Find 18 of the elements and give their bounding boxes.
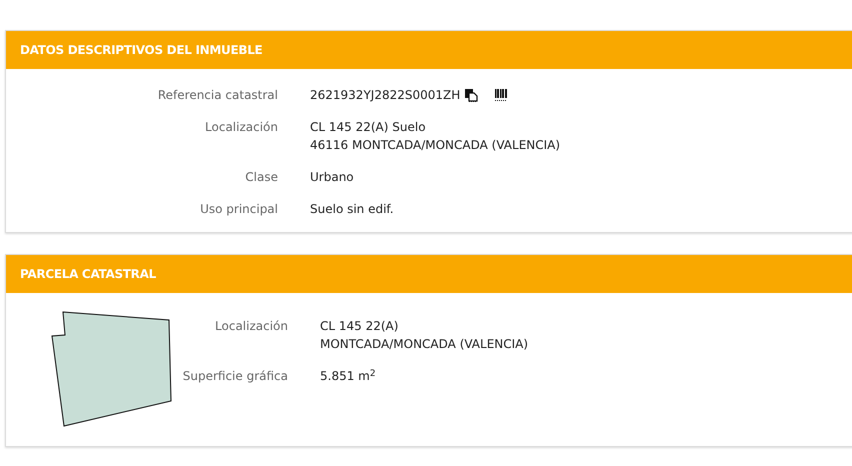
- field-value: CL 145 22(A) Suelo: [310, 119, 426, 136]
- field-label: Referencia catastral: [156, 87, 279, 104]
- copy-icon[interactable]: [464, 88, 478, 102]
- field-value: 5.851 m$^{2}$: [320, 368, 376, 385]
- field-label: Localización: [204, 119, 279, 136]
- field-value: Suelo sin edif.: [310, 201, 394, 218]
- field-value: MONTCADA/MONCADA (VALENCIA): [320, 336, 528, 353]
- field-value: Urbano: [310, 169, 354, 186]
- field-label: Clase: [244, 169, 279, 186]
- field-value: 2621932YJ2822S0001ZH: [310, 87, 460, 104]
- barcode-icon[interactable]: [494, 88, 508, 102]
- field-label: Localización: [214, 318, 289, 335]
- field-label: Uso principal: [199, 201, 279, 218]
- section-title: PARCELA CATASTRAL: [20, 266, 156, 283]
- section-title: DATOS DESCRIPTIVOS DEL INMUEBLE: [20, 42, 262, 59]
- field-value: CL 145 22(A): [320, 318, 398, 335]
- field-label: Superficie gráfica: [182, 368, 289, 385]
- field-value: 46116 MONTCADA/MONCADA (VALENCIA): [310, 137, 560, 154]
